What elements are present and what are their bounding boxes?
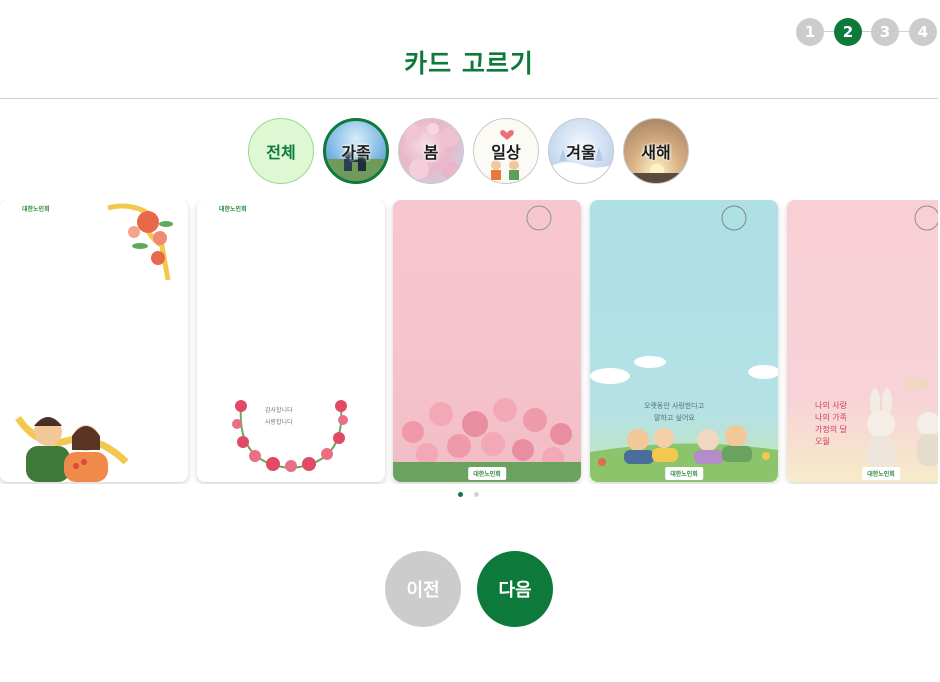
prev-button[interactable]: 이전 <box>385 551 461 627</box>
card-template-3[interactable]: 대한노인회 <box>393 200 581 482</box>
step-4: 4 <box>909 18 937 46</box>
card-illustration <box>590 205 778 482</box>
next-button[interactable]: 다음 <box>477 551 553 627</box>
step-connector <box>810 31 922 32</box>
category-winter[interactable]: 겨울 <box>548 118 614 184</box>
brand-logo: 대한노인회 <box>665 467 703 480</box>
card-template-2[interactable]: 대한노인회 감사합니다 사랑합니다 <box>197 200 385 482</box>
card-template-1[interactable]: 대한노인회 <box>0 200 188 482</box>
category-label: 겨울 <box>566 143 596 162</box>
card-illustration <box>232 400 348 472</box>
category-family[interactable]: 가족 <box>323 118 389 184</box>
page-dot[interactable] <box>474 492 479 497</box>
category-daily[interactable]: 일상 <box>473 118 539 184</box>
category-new-year[interactable]: 새해 <box>623 118 689 184</box>
page-title: 카드 고르기 <box>404 49 534 78</box>
card-template-5[interactable]: 나의 사랑 나의 가족 가정의 달 오월 대한노인회 <box>787 200 938 482</box>
page-dot-active[interactable] <box>458 492 463 497</box>
card-illustration <box>15 203 173 482</box>
category-label: 일상 <box>491 143 521 162</box>
step-1: 1 <box>796 18 824 46</box>
brand-logo: 대한노인회 <box>862 467 900 480</box>
card-illustration <box>867 205 938 468</box>
step-2-current: 2 <box>834 18 862 46</box>
step-3: 3 <box>871 18 899 46</box>
category-label: 봄 <box>423 143 439 162</box>
card-illustration <box>393 205 581 482</box>
category-all[interactable]: 전체 <box>248 118 314 184</box>
brand-logo: 대한노인회 <box>468 467 506 480</box>
card-carousel[interactable]: 대한노인회 대한노인회 감사합니다 사랑합니다 대한노인회 오랫동안 사랑한다고… <box>0 200 938 484</box>
category-spring[interactable]: 봄 <box>398 118 464 184</box>
category-label: 가족 <box>341 143 371 162</box>
step-indicator: 1 2 3 4 <box>796 17 938 47</box>
category-label: 전체 <box>266 143 296 162</box>
category-filter: 전체 가족 봄 일상 겨울 새해 <box>248 118 689 184</box>
card-template-4[interactable]: 오랫동안 사랑한다고 말하고 싶어요 대한노인회 <box>590 200 778 482</box>
category-label: 새해 <box>641 143 671 162</box>
header-divider <box>0 98 938 99</box>
carousel-pagination <box>458 492 479 497</box>
